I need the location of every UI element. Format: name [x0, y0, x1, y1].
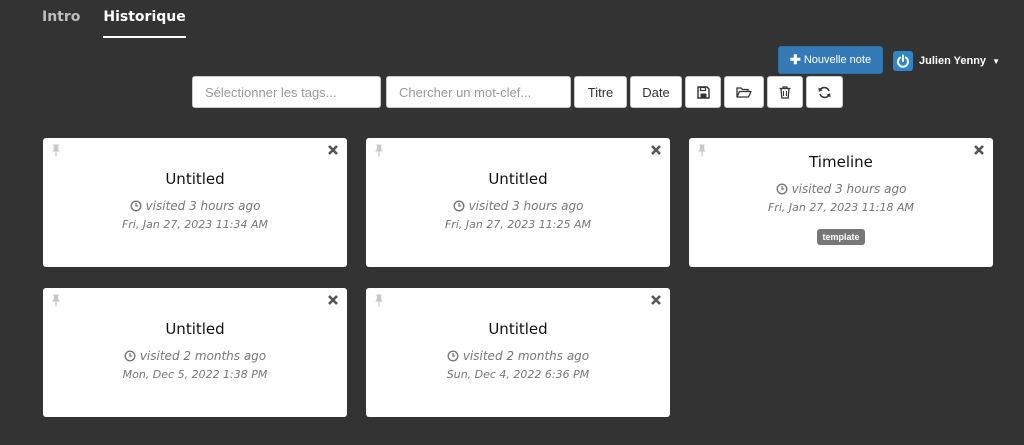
note-title: Untitled: [165, 170, 225, 188]
user-menu[interactable]: Julien Yenny ▼: [893, 50, 1000, 72]
pin-icon[interactable]: [51, 294, 61, 307]
keyword-input[interactable]: [399, 84, 558, 100]
note-card[interactable]: Untitled visited 3 hours ago Fri, Jan 27…: [43, 138, 347, 267]
sort-title-button[interactable]: Titre: [574, 76, 627, 108]
clock-icon: [453, 200, 465, 212]
note-card[interactable]: Timeline visited 3 hours ago Fri, Jan 27…: [689, 138, 993, 267]
close-icon[interactable]: [327, 294, 339, 306]
new-note-button[interactable]: ✚ Nouvelle note: [778, 46, 883, 74]
note-visited-text: visited 2 months ago: [462, 349, 590, 363]
note-card[interactable]: Untitled visited 2 months ago Mon, Dec 5…: [43, 288, 347, 417]
clock-icon: [776, 183, 788, 195]
note-title: Timeline: [809, 153, 873, 171]
note-title: Untitled: [488, 170, 548, 188]
tag-badge[interactable]: template: [817, 229, 865, 245]
tab-bar: Intro Historique: [42, 0, 209, 40]
clock-icon: [130, 200, 142, 212]
close-icon[interactable]: [327, 144, 339, 156]
close-icon[interactable]: [650, 294, 662, 306]
folder-open-icon: [736, 86, 752, 98]
tab-intro[interactable]: Intro: [42, 0, 80, 38]
trash-icon: [779, 85, 791, 99]
pin-icon[interactable]: [697, 144, 707, 157]
open-button[interactable]: [724, 76, 764, 108]
plus-icon: ✚: [789, 52, 801, 67]
refresh-button[interactable]: [806, 76, 843, 108]
note-visited-text: visited 3 hours ago: [145, 199, 261, 213]
note-visited: visited 2 months ago: [366, 349, 670, 363]
note-title: Untitled: [488, 320, 548, 338]
new-note-label: Nouvelle note: [803, 54, 872, 66]
note-date: Fri, Jan 27, 2023 11:18 AM: [767, 201, 915, 214]
keyword-search[interactable]: [386, 76, 571, 108]
clock-icon: [124, 350, 136, 362]
power-icon: [893, 51, 913, 71]
note-date: Fri, Jan 27, 2023 11:25 AM: [444, 218, 592, 231]
note-title: Untitled: [165, 320, 225, 338]
note-card[interactable]: Untitled visited 3 hours ago Fri, Jan 27…: [366, 138, 670, 267]
note-date: Fri, Jan 27, 2023 11:34 AM: [121, 218, 269, 231]
note-visited: visited 3 hours ago: [689, 182, 993, 196]
tags-input[interactable]: [205, 84, 368, 100]
refresh-icon: [818, 86, 831, 98]
tags-select[interactable]: [192, 76, 381, 108]
note-date: Mon, Dec 5, 2022 1:38 PM: [122, 368, 268, 381]
save-button[interactable]: [685, 76, 721, 108]
note-visited-text: visited 3 hours ago: [791, 182, 907, 196]
pin-icon[interactable]: [51, 144, 61, 157]
note-date: Sun, Dec 4, 2022 6:36 PM: [446, 368, 590, 381]
note-visited: visited 2 months ago: [43, 349, 347, 363]
note-visited: visited 3 hours ago: [366, 199, 670, 213]
pin-icon[interactable]: [374, 294, 384, 307]
tab-historique[interactable]: Historique: [103, 0, 186, 38]
note-card[interactable]: Untitled visited 2 months ago Sun, Dec 4…: [366, 288, 670, 417]
close-icon[interactable]: [973, 144, 985, 156]
sort-date-button[interactable]: Date: [630, 76, 682, 108]
delete-button[interactable]: [767, 76, 803, 108]
note-visited: visited 3 hours ago: [43, 199, 347, 213]
close-icon[interactable]: [650, 144, 662, 156]
user-name: Julien Yenny: [919, 55, 987, 67]
caret-down-icon: ▼: [992, 56, 1000, 66]
save-icon: [696, 85, 710, 99]
pin-icon[interactable]: [374, 144, 384, 157]
note-visited-text: visited 2 months ago: [139, 349, 267, 363]
clock-icon: [447, 350, 459, 362]
note-visited-text: visited 3 hours ago: [468, 199, 584, 213]
